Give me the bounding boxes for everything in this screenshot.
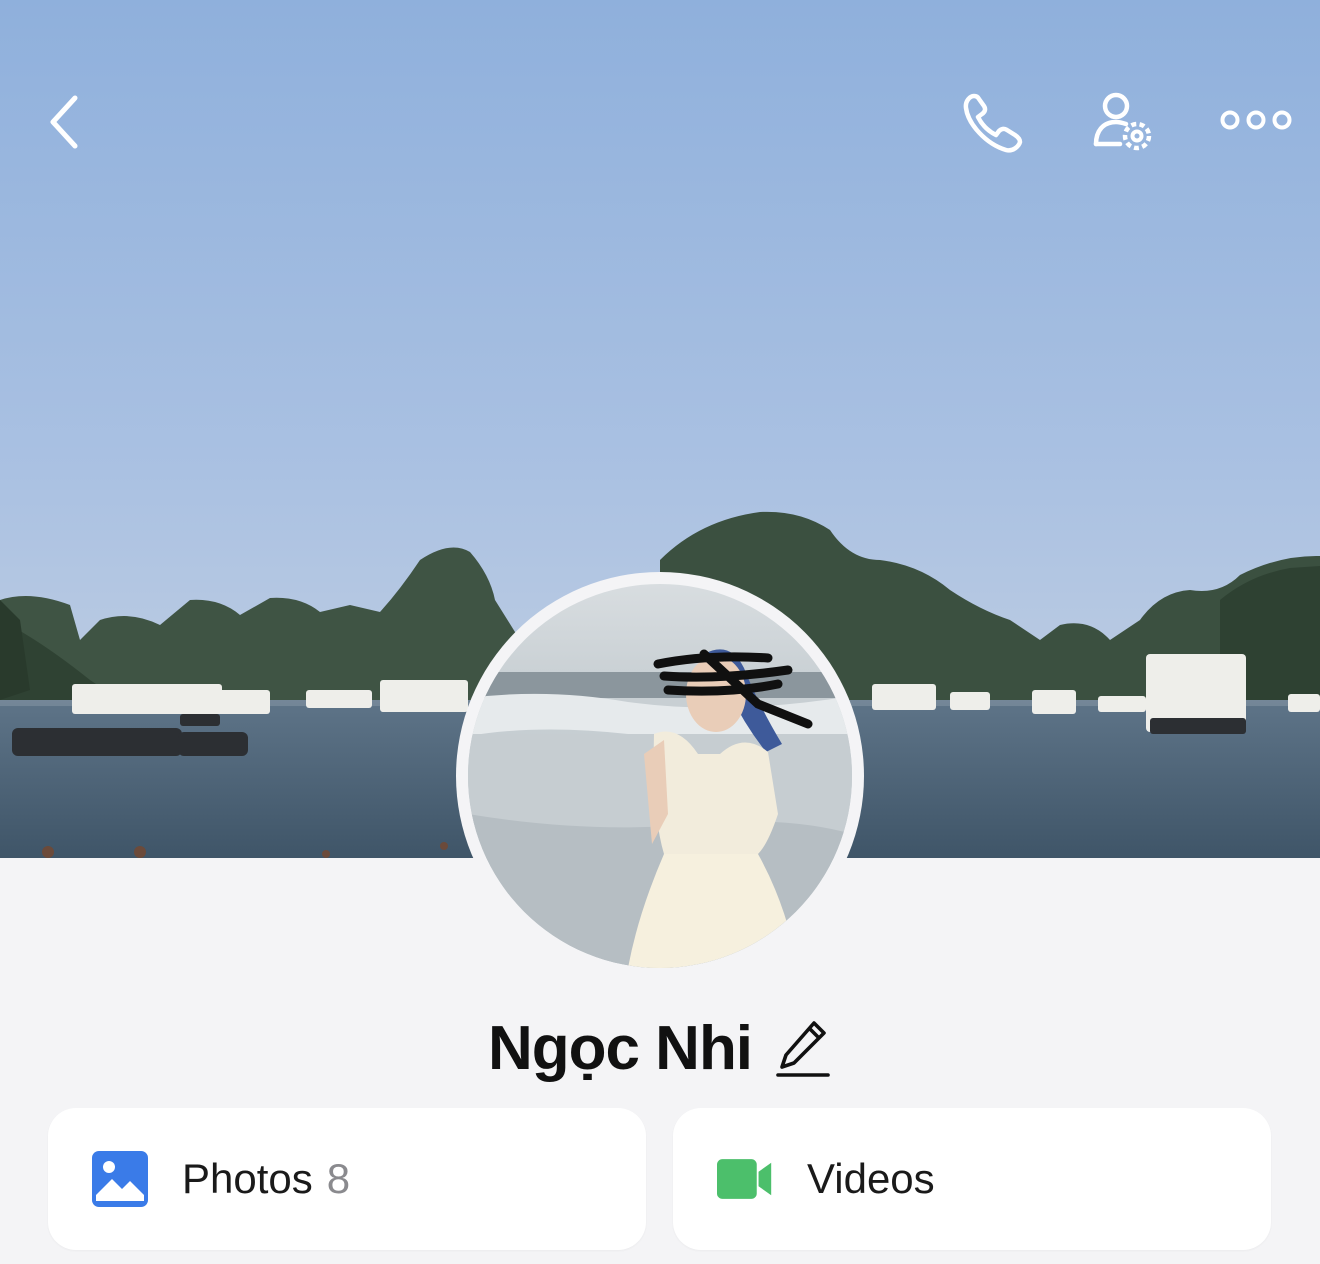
videos-card[interactable]: Videos xyxy=(673,1108,1271,1250)
video-camera-icon xyxy=(717,1151,773,1207)
more-options-button[interactable] xyxy=(1208,84,1304,156)
pencil-icon xyxy=(776,1021,830,1077)
more-dots-icon xyxy=(1220,110,1292,130)
videos-label: Videos xyxy=(807,1155,935,1202)
back-button[interactable] xyxy=(30,82,100,162)
avatar-image xyxy=(468,584,852,968)
image-icon xyxy=(92,1151,148,1207)
photos-card[interactable]: Photos 8 xyxy=(48,1108,646,1250)
chevron-left-icon xyxy=(50,95,78,149)
edit-name-button[interactable] xyxy=(774,1015,832,1081)
call-button[interactable] xyxy=(948,80,1038,166)
phone-icon xyxy=(963,93,1023,153)
avatar-photo xyxy=(468,584,852,968)
profile-name: Ngọc Nhi xyxy=(487,1013,753,1083)
top-navigation-bar xyxy=(0,0,1320,240)
user-settings-icon xyxy=(1093,92,1152,151)
profile-settings-button[interactable] xyxy=(1078,80,1168,166)
photos-count: 8 xyxy=(326,1155,351,1202)
profile-name-row: Ngọc Nhi xyxy=(0,1006,1320,1090)
profile-avatar[interactable] xyxy=(456,572,864,980)
photos-label: Photos xyxy=(182,1155,313,1202)
